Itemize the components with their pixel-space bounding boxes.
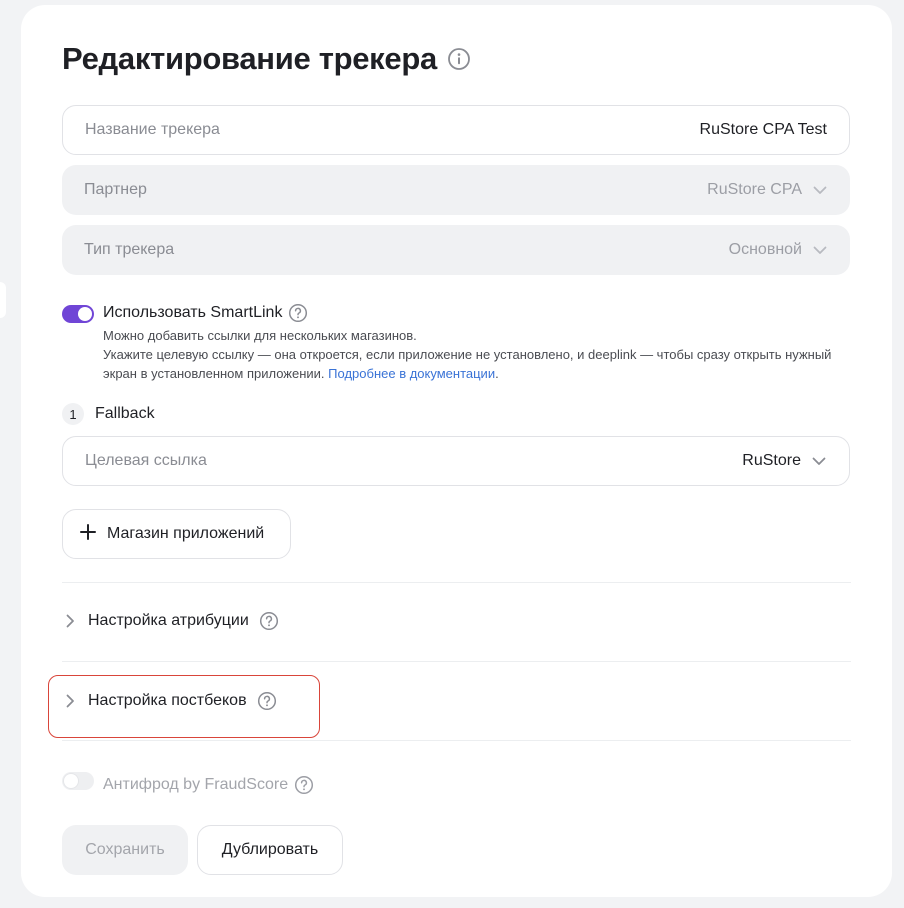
plus-icon — [79, 523, 97, 546]
save-button: Сохранить — [62, 825, 188, 875]
partner-value-wrap: RuStore CPA — [707, 181, 828, 199]
tracker-name-placeholder: Название трекера — [85, 121, 220, 138]
add-store-button[interactable]: Магазин приложений — [62, 509, 291, 559]
smartlink-desc-end: . — [495, 366, 499, 381]
duplicate-button[interactable]: Дублировать — [197, 825, 343, 875]
tracker-name-value: RuStore CPA Test — [699, 121, 827, 138]
page-header: Редактирование трекера — [62, 41, 471, 77]
partner-value: RuStore CPA — [707, 181, 802, 198]
help-icon[interactable] — [294, 775, 314, 795]
postbacks-highlight-frame — [48, 675, 320, 738]
docs-link[interactable]: Подробнее в документации — [328, 366, 495, 381]
target-link-value-wrap: RuStore — [742, 452, 827, 470]
chevron-down-icon — [812, 242, 828, 258]
partner-select: Партнер RuStore CPA — [62, 165, 850, 215]
toggle-knob — [64, 774, 78, 788]
tracker-edit-card: Редактирование трекера Название трекера … — [21, 5, 892, 897]
chevron-right-icon — [62, 613, 78, 629]
smartlink-desc-line2: Укажите целевую ссылку — она откроется, … — [103, 345, 843, 383]
help-icon[interactable] — [288, 303, 308, 323]
smartlink-toggle[interactable] — [62, 305, 94, 323]
tracker-type-select: Тип трекера Основной — [62, 225, 850, 275]
fallback-number-badge: 1 — [62, 403, 84, 425]
page-title: Редактирование трекера — [62, 41, 437, 76]
toggle-knob — [78, 307, 92, 321]
smartlink-desc-line1: Можно добавить ссылки для нескольких маг… — [103, 328, 417, 343]
antifraud-label: Антифрод by FraudScore — [103, 776, 289, 793]
fallback-header: 1 Fallback — [62, 403, 155, 425]
adjacent-panel-edge — [0, 282, 6, 318]
chevron-down-icon — [812, 182, 828, 198]
tracker-type-value-wrap: Основной — [729, 241, 828, 259]
chevron-down-icon — [811, 453, 827, 469]
target-link-placeholder: Целевая ссылка — [85, 452, 207, 469]
divider — [62, 661, 851, 662]
antifraud-label-row: Антифрод by FraudScore — [103, 775, 314, 795]
help-icon[interactable] — [259, 611, 279, 631]
attribution-section-toggle[interactable]: Настройка атрибуции — [62, 611, 279, 631]
tracker-type-value: Основной — [728, 241, 802, 258]
smartlink-description: Можно добавить ссылки для нескольких маг… — [103, 326, 843, 383]
partner-placeholder: Партнер — [84, 181, 147, 198]
smartlink-label-row: Использовать SmartLink — [103, 303, 308, 323]
target-link-select[interactable]: Целевая ссылка RuStore — [62, 436, 850, 486]
antifraud-toggle — [62, 772, 94, 790]
divider — [62, 740, 851, 741]
divider — [62, 582, 851, 583]
target-link-value: RuStore — [742, 452, 801, 469]
info-icon[interactable] — [447, 47, 471, 71]
fallback-label: Fallback — [95, 405, 155, 422]
smartlink-label: Использовать SmartLink — [103, 304, 283, 321]
attribution-section-label: Настройка атрибуции — [88, 612, 249, 629]
tracker-type-placeholder: Тип трекера — [84, 241, 175, 258]
add-store-label: Магазин приложений — [107, 525, 265, 542]
tracker-name-field[interactable]: Название трекера RuStore CPA Test — [62, 105, 850, 155]
